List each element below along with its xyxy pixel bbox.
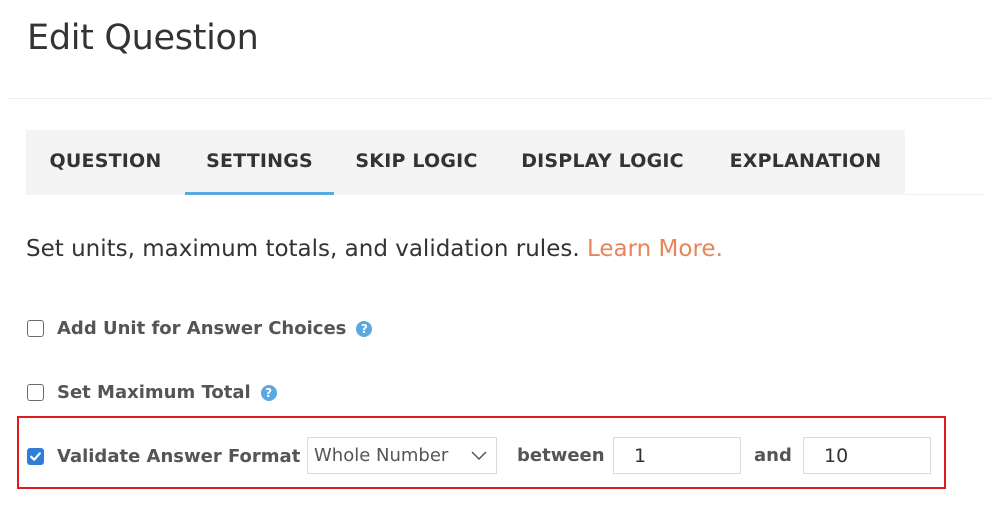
max-total-checkbox[interactable]: [27, 384, 44, 401]
settings-description: Set units, maximum totals, and validatio…: [26, 236, 723, 262]
title-divider: [8, 98, 991, 99]
validate-label: Validate Answer Format: [57, 446, 301, 467]
description-text: Set units, maximum totals, and validatio…: [26, 236, 580, 262]
tab-skip-logic[interactable]: SKIP LOGIC: [334, 130, 499, 195]
help-icon[interactable]: ?: [356, 320, 373, 337]
learn-more-link[interactable]: Learn More.: [587, 236, 723, 262]
help-icon[interactable]: ?: [260, 384, 277, 401]
validate-checkbox[interactable]: [27, 448, 44, 465]
tab-explanation[interactable]: EXPLANATION: [706, 130, 905, 195]
max-total-label: Set Maximum Total: [57, 382, 251, 403]
max-total-row: Set Maximum Total ?: [27, 382, 277, 403]
tab-display-logic[interactable]: DISPLAY LOGIC: [499, 130, 706, 195]
tab-bar-divider: [905, 194, 985, 195]
tab-bar: QUESTION SETTINGS SKIP LOGIC DISPLAY LOG…: [26, 130, 905, 195]
page-title: Edit Question: [27, 18, 259, 58]
min-value-input[interactable]: [613, 437, 741, 474]
format-select[interactable]: Whole Number: [307, 437, 497, 474]
tab-question[interactable]: QUESTION: [26, 130, 185, 195]
checkmark-icon: [30, 452, 41, 461]
validate-row: Validate Answer Format: [27, 446, 300, 467]
max-value-input[interactable]: [803, 437, 931, 474]
chevron-down-icon: [471, 451, 487, 461]
add-unit-label: Add Unit for Answer Choices: [57, 318, 347, 339]
and-label: and: [754, 445, 792, 466]
tab-settings[interactable]: SETTINGS: [185, 130, 334, 195]
add-unit-checkbox[interactable]: [27, 320, 44, 337]
format-select-value: Whole Number: [314, 445, 449, 466]
add-unit-row: Add Unit for Answer Choices ?: [27, 318, 373, 339]
between-label: between: [517, 445, 605, 466]
